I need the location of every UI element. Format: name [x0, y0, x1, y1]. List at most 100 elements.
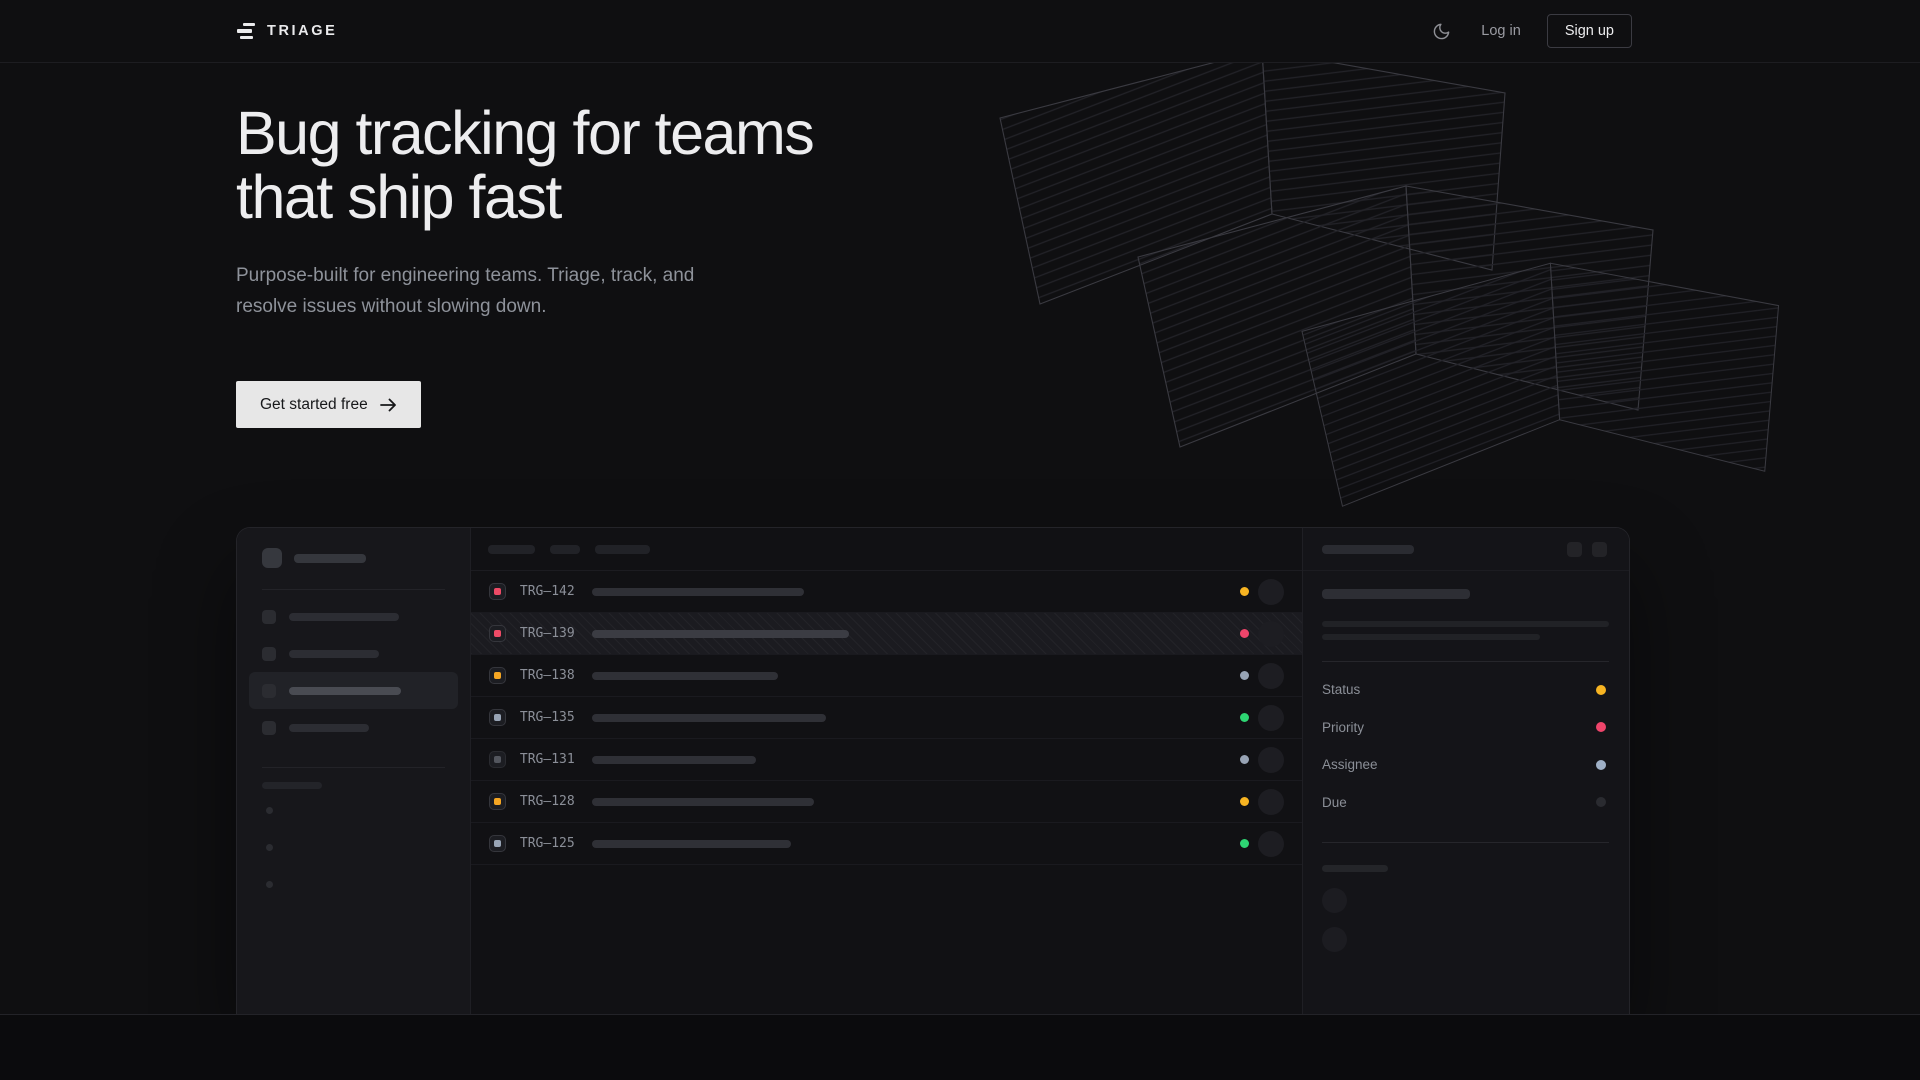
arrow-right-icon [380, 398, 397, 412]
field-value-dot [1596, 685, 1606, 695]
hero-title-line2: that ship fast [236, 163, 561, 231]
issue-description-skeleton [1322, 634, 1540, 640]
issue-row: TRG–142 [471, 571, 1302, 613]
triage-bars-icon [236, 23, 256, 40]
activity-label-skeleton [1322, 865, 1388, 872]
issue-row: TRG–138 [471, 655, 1302, 697]
issue-id: TRG–135 [520, 710, 592, 725]
sidebar-divider [262, 767, 445, 768]
issue-title-skeleton [592, 798, 814, 806]
get-started-button[interactable]: Get started free [236, 381, 421, 428]
nav-item-label-skeleton [289, 724, 369, 732]
sidebar-section-label-skeleton [262, 782, 322, 789]
issue-id: TRG–128 [520, 794, 592, 809]
avatar [1322, 927, 1347, 952]
issue-type-icon [489, 751, 506, 768]
issue-type-icon [489, 709, 506, 726]
issue-id: TRG–138 [520, 668, 592, 683]
field-label: Due [1322, 795, 1347, 810]
filter-pill-skeleton [488, 545, 535, 554]
avatar [1322, 888, 1347, 913]
issue-assignee-avatar [1258, 621, 1284, 647]
preview-sidebar [237, 528, 471, 1014]
activity-avatars [1322, 888, 1609, 952]
issue-status-dot [1240, 587, 1249, 596]
issue-type-icon [489, 625, 506, 642]
issue-detail-panel: Status Priority Assignee Due [1302, 528, 1629, 1014]
issue-status-dot [1240, 839, 1249, 848]
sidebar-nav-item [249, 709, 458, 746]
detail-field-row: Priority [1322, 709, 1609, 747]
issue-list: TRG–142 TRG–139 TRG–138 TRG–135 TRG– [471, 571, 1302, 865]
workspace-icon [262, 548, 282, 568]
issue-type-icon [489, 583, 506, 600]
issue-assignee-avatar [1258, 705, 1284, 731]
sidebar-nav-item-active [249, 672, 458, 709]
hero-title-line1: Bug tracking for teams [236, 99, 813, 167]
issue-title-skeleton [592, 714, 826, 722]
issue-id: TRG–142 [520, 584, 592, 599]
filter-pill-skeleton [595, 545, 650, 554]
issue-row: TRG–139 [471, 613, 1302, 655]
get-started-label: Get started free [260, 396, 368, 414]
issue-row: TRG–128 [471, 781, 1302, 823]
detail-field-row: Assignee [1322, 746, 1609, 784]
hero-title: Bug tracking for teams that ship fast [236, 101, 813, 229]
hero-subtitle-line2: resolve issues without slowing down. [236, 292, 813, 323]
nav-item-icon [262, 684, 276, 698]
issue-title-skeleton [592, 672, 778, 680]
sidebar-project-dots [237, 789, 470, 888]
hero-subtitle: Purpose-built for engineering teams. Tri… [236, 261, 813, 322]
issue-row: TRG–125 [471, 823, 1302, 865]
sidebar-nav-item [249, 598, 458, 635]
issue-status-dot [1240, 755, 1249, 764]
brand-logo[interactable]: TRIAGE [236, 23, 337, 40]
field-value-dot [1596, 797, 1606, 807]
detail-divider [1322, 842, 1609, 843]
hero-subtitle-line1: Purpose-built for engineering teams. Tri… [236, 261, 813, 292]
issue-list-panel: TRG–142 TRG–139 TRG–138 TRG–135 TRG– [471, 528, 1302, 1014]
nav-item-icon [262, 610, 276, 624]
detail-divider [1322, 661, 1609, 662]
workspace-name-skeleton [294, 554, 366, 563]
detail-field-row: Due [1322, 784, 1609, 822]
field-value-dot [1596, 722, 1606, 732]
issue-assignee-avatar [1258, 831, 1284, 857]
detail-header-buttons [1567, 542, 1607, 557]
login-link[interactable]: Log in [1481, 23, 1521, 39]
filter-pill-skeleton [550, 545, 580, 554]
issue-title-skeleton [592, 840, 791, 848]
issue-type-icon [489, 667, 506, 684]
hero-section: Bug tracking for teams that ship fast Pu… [236, 101, 813, 428]
workspace-switcher [237, 528, 470, 568]
signup-button[interactable]: Sign up [1547, 14, 1632, 48]
issue-status-dot [1240, 797, 1249, 806]
issue-assignee-avatar [1258, 663, 1284, 689]
sidebar-nav-item [249, 635, 458, 672]
brand-name: TRIAGE [267, 23, 337, 39]
issue-type-icon [489, 793, 506, 810]
issue-type-icon [489, 835, 506, 852]
issue-assignee-avatar [1258, 789, 1284, 815]
issue-id: TRG–139 [520, 626, 592, 641]
theme-toggle-button[interactable] [1428, 18, 1455, 45]
top-nav: TRIAGE Log in Sign up [0, 0, 1920, 63]
detail-action-icon [1592, 542, 1607, 557]
nav-item-label-skeleton [289, 687, 401, 695]
issue-assignee-avatar [1258, 579, 1284, 605]
field-label: Status [1322, 682, 1360, 697]
issue-title-skeleton [592, 588, 804, 596]
page: TRIAGE Log in Sign up Bug tracking for t… [0, 0, 1920, 1080]
field-value-dot [1596, 760, 1606, 770]
issue-status-dot [1240, 671, 1249, 680]
detail-fields: Status Priority Assignee Due [1322, 671, 1609, 821]
nav-item-label-skeleton [289, 650, 379, 658]
issue-title-skeleton [592, 630, 849, 638]
footer-band [0, 1014, 1920, 1080]
detail-field-row: Status [1322, 671, 1609, 709]
issue-title-skeleton [592, 756, 756, 764]
nav-item-icon [262, 647, 276, 661]
detail-title-skeleton [1322, 545, 1414, 554]
issue-row: TRG–135 [471, 697, 1302, 739]
detail-action-icon [1567, 542, 1582, 557]
